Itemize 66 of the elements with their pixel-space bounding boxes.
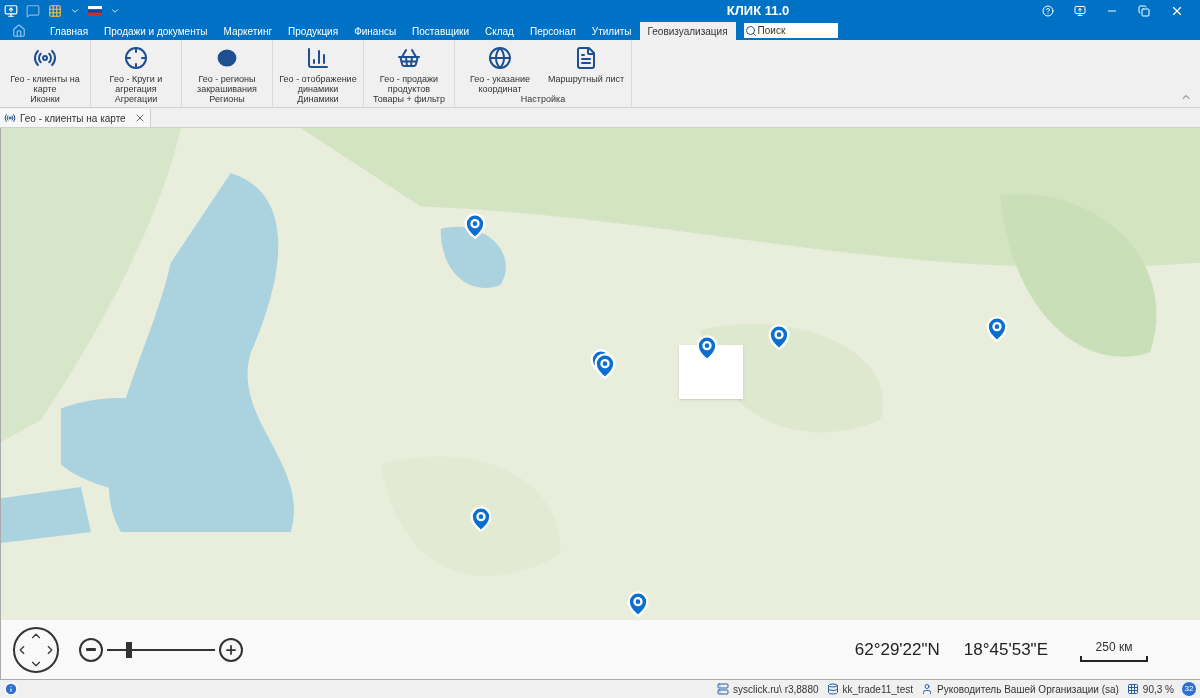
ribbon-button[interactable]: Гео - регионы закрашивания <box>186 46 268 94</box>
document-tab[interactable]: Гео - клиенты на карте <box>0 109 151 127</box>
ribbon-button[interactable]: Маршрутный лист <box>545 46 627 94</box>
flag-icon <box>88 6 102 16</box>
longitude-text: 18°45'53"E <box>963 638 1048 661</box>
ribbon-button[interactable]: Гео - клиенты на карте <box>4 46 86 94</box>
ribbon-button[interactable]: Гео - Круги и агрегация <box>95 46 177 94</box>
menu-tab[interactable]: Продажи и документы <box>96 22 216 40</box>
broadcast-icon <box>4 112 16 124</box>
notification-badge: 32 <box>1182 682 1196 696</box>
menu-tab[interactable]: Утилиты <box>583 22 640 40</box>
restore-icon[interactable] <box>1138 5 1150 17</box>
ribbon-button[interactable]: Гео - указание координат <box>459 46 541 94</box>
scale-bar <box>1080 655 1148 662</box>
window-title: КЛИК 11.0 <box>726 2 790 21</box>
ribbon-group-label: Регионы <box>209 94 245 106</box>
menu-tab[interactable]: Поставщики <box>404 22 477 40</box>
ribbon-display-icon[interactable] <box>1074 5 1086 17</box>
globe-icon <box>488 46 512 70</box>
ribbon-group-label: Товары + фильтр <box>373 94 445 106</box>
menu-tab[interactable]: Склад <box>477 22 522 40</box>
map-popup <box>679 345 743 399</box>
help-icon[interactable] <box>1042 5 1054 17</box>
document-icon <box>574 46 598 70</box>
menu-tab[interactable]: Главная <box>42 22 97 40</box>
database-text: kk_trade11_test <box>842 682 913 697</box>
map[interactable]: 62°29'22"N 18°45'53"E 250 км <box>0 128 1200 680</box>
menu-tab[interactable]: Персонал <box>521 22 584 40</box>
zoom-out-button[interactable] <box>79 637 103 662</box>
plus-icon <box>224 642 238 657</box>
zoom-slider[interactable] <box>107 641 215 658</box>
user-icon <box>921 683 933 695</box>
menu-tab[interactable]: Продукция <box>280 22 347 40</box>
ribbon-group-label: Настройка <box>520 94 566 106</box>
app-icon <box>4 4 18 18</box>
home-icon <box>12 24 26 38</box>
menu-tab[interactable]: Маркетинг <box>215 22 281 40</box>
caret-icon <box>110 6 120 16</box>
ribbon-group-label: Динамики <box>297 94 339 106</box>
menu-tab[interactable]: Геовизуализация <box>639 22 736 40</box>
chat-icon <box>26 4 40 18</box>
caret-icon <box>70 6 80 16</box>
zoom-text: 90,3 % <box>1142 682 1174 697</box>
scale-label: 250 км <box>1095 638 1133 656</box>
ribbon-button[interactable]: Гео - продажи продуктов <box>368 46 450 94</box>
latitude-text: 62°29'22"N <box>854 638 940 661</box>
info-icon <box>4 682 18 696</box>
crosshair-icon <box>124 46 148 70</box>
grid-icon <box>48 4 62 18</box>
server-text: sysclick.ru\ r3,8880 <box>732 682 819 697</box>
database-icon <box>826 683 839 695</box>
search-field[interactable]: Поиск <box>743 23 838 38</box>
search-icon <box>744 25 757 37</box>
basket-icon <box>397 46 421 70</box>
close-icon[interactable] <box>1170 4 1184 18</box>
ribbon-group-label: Агрегации <box>114 94 158 106</box>
minus-icon <box>86 648 96 651</box>
bar-chart-icon <box>306 46 330 70</box>
pan-control[interactable] <box>13 626 59 673</box>
menu-tab[interactable]: Финансы <box>346 22 405 40</box>
ribbon-group-label: Иконки <box>30 94 60 106</box>
windows-icon <box>1126 683 1139 695</box>
server-icon <box>716 683 729 695</box>
ribbon-button[interactable]: Гео - отображение динамики <box>277 46 359 94</box>
user-text: Руководитель Вашей Организации (sa) <box>937 682 1119 697</box>
zoom-in-button[interactable] <box>219 637 243 662</box>
